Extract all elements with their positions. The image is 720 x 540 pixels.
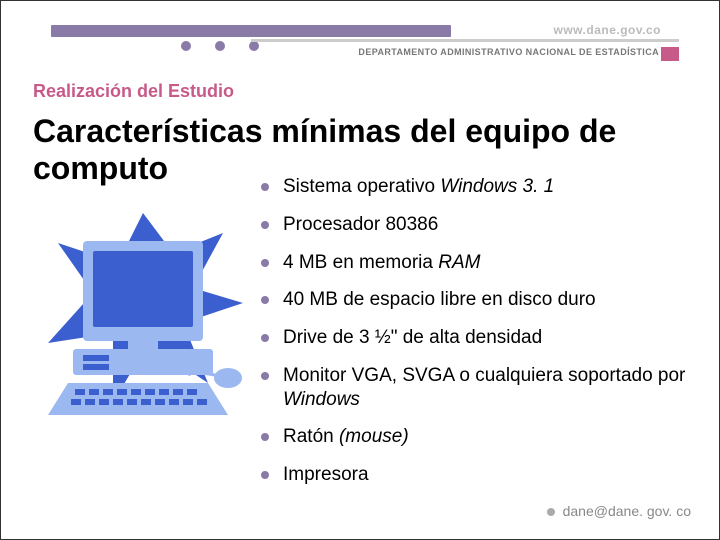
footer-email: dane@dane. gov. co <box>547 503 691 519</box>
bullet-icon <box>261 221 269 229</box>
requirements-list: Sistema operativo Windows 3. 1 Procesador… <box>253 175 689 501</box>
bullet-icon <box>261 296 269 304</box>
dane-logo-icon <box>661 47 679 61</box>
list-item: Monitor VGA, SVGA o cualquiera soportado… <box>261 364 689 412</box>
bullet-icon <box>261 471 269 479</box>
bullet-icon <box>261 334 269 342</box>
header-accent-bar <box>51 25 451 37</box>
list-item-text: Drive de 3 ½" de alta densidad <box>283 326 542 350</box>
list-item: 4 MB en memoria RAM <box>261 251 689 275</box>
list-item: Drive de 3 ½" de alta densidad <box>261 326 689 350</box>
list-item-text: Ratón (mouse) <box>283 425 409 449</box>
bullet-icon <box>261 259 269 267</box>
list-item: Impresora <box>261 463 689 487</box>
list-item: Ratón (mouse) <box>261 425 689 449</box>
section-label: Realización del Estudio <box>33 81 234 102</box>
list-item-text: Impresora <box>283 463 369 487</box>
list-item-text: Sistema operativo Windows 3. 1 <box>283 175 554 199</box>
list-item-text: 4 MB en memoria RAM <box>283 251 480 275</box>
bullet-icon <box>261 183 269 191</box>
header-subtitle: DEPARTAMENTO ADMINISTRATIVO NACIONAL DE … <box>358 47 659 57</box>
slide-header: www.dane.gov.co DEPARTAMENTO ADMINISTRAT… <box>51 19 679 59</box>
content-row: Sistema operativo Windows 3. 1Procesador… <box>33 199 689 501</box>
list-item: Procesador 80386 <box>261 213 689 237</box>
list-item-text: 40 MB de espacio libre en disco duro <box>283 288 596 312</box>
header-divider <box>251 39 679 42</box>
list-item: 40 MB de espacio libre en disco duro <box>261 288 689 312</box>
header-dots <box>181 41 259 51</box>
list-item: Sistema operativo Windows 3. 1 <box>261 175 689 199</box>
list-item-text: Procesador 80386 <box>283 213 438 237</box>
computer-illustration <box>33 193 253 433</box>
bullet-icon <box>261 372 269 380</box>
header-url: www.dane.gov.co <box>553 23 661 37</box>
list-item-text: Monitor VGA, SVGA o cualquiera soportado… <box>283 364 689 412</box>
bullet-icon <box>261 433 269 441</box>
